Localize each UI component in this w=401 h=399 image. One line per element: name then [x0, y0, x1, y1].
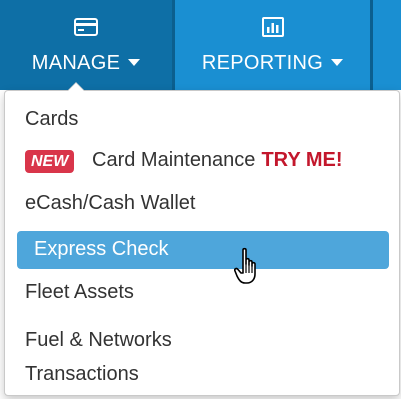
manage-dropdown-menu: Cards NEW Card Maintenance TRY ME! eCash/… [4, 82, 400, 396]
menu-item-label: Cards [25, 108, 79, 130]
top-navbar: MANAGE REPORTING [0, 0, 401, 90]
try-me-label: TRY ME! [261, 149, 343, 171]
menu-item-label-wrap: Card Maintenance TRY ME! [92, 149, 343, 172]
chevron-down-icon [331, 59, 344, 66]
credit-card-icon [74, 18, 98, 36]
menu-item-cards[interactable]: Cards [5, 108, 399, 136]
nav-manage-label: MANAGE [0, 52, 172, 75]
new-badge: NEW [25, 150, 75, 173]
menu-item-label: Card Maintenance [92, 149, 256, 171]
menu-item-fleet-assets[interactable]: Fleet Assets [5, 281, 399, 309]
menu-item-ecash-wallet[interactable]: eCash/Cash Wallet [5, 192, 399, 220]
bar-chart-icon [261, 17, 284, 37]
menu-item-label: Fleet Assets [25, 281, 134, 303]
dropdown-pointer-inner [68, 83, 84, 91]
menu-item-label: Express Check [34, 238, 169, 260]
nav-reporting[interactable]: REPORTING [175, 0, 370, 90]
menu-item-fuel-networks-transactions[interactable]: Fuel & Networks Transactions [5, 323, 399, 385]
menu-item-label: Fuel & Networks Transactions [25, 329, 172, 385]
menu-item-express-check[interactable]: Express Check [17, 231, 389, 269]
menu-item-card-maintenance[interactable]: NEW Card Maintenance TRY ME! [5, 149, 399, 177]
menu-item-label: eCash/Cash Wallet [25, 192, 196, 214]
nav-next-item[interactable] [373, 0, 401, 90]
nav-manage[interactable]: MANAGE [0, 0, 172, 90]
chevron-down-icon [128, 59, 141, 66]
nav-reporting-label: REPORTING [175, 52, 370, 75]
hand-pointer-icon [234, 247, 256, 284]
